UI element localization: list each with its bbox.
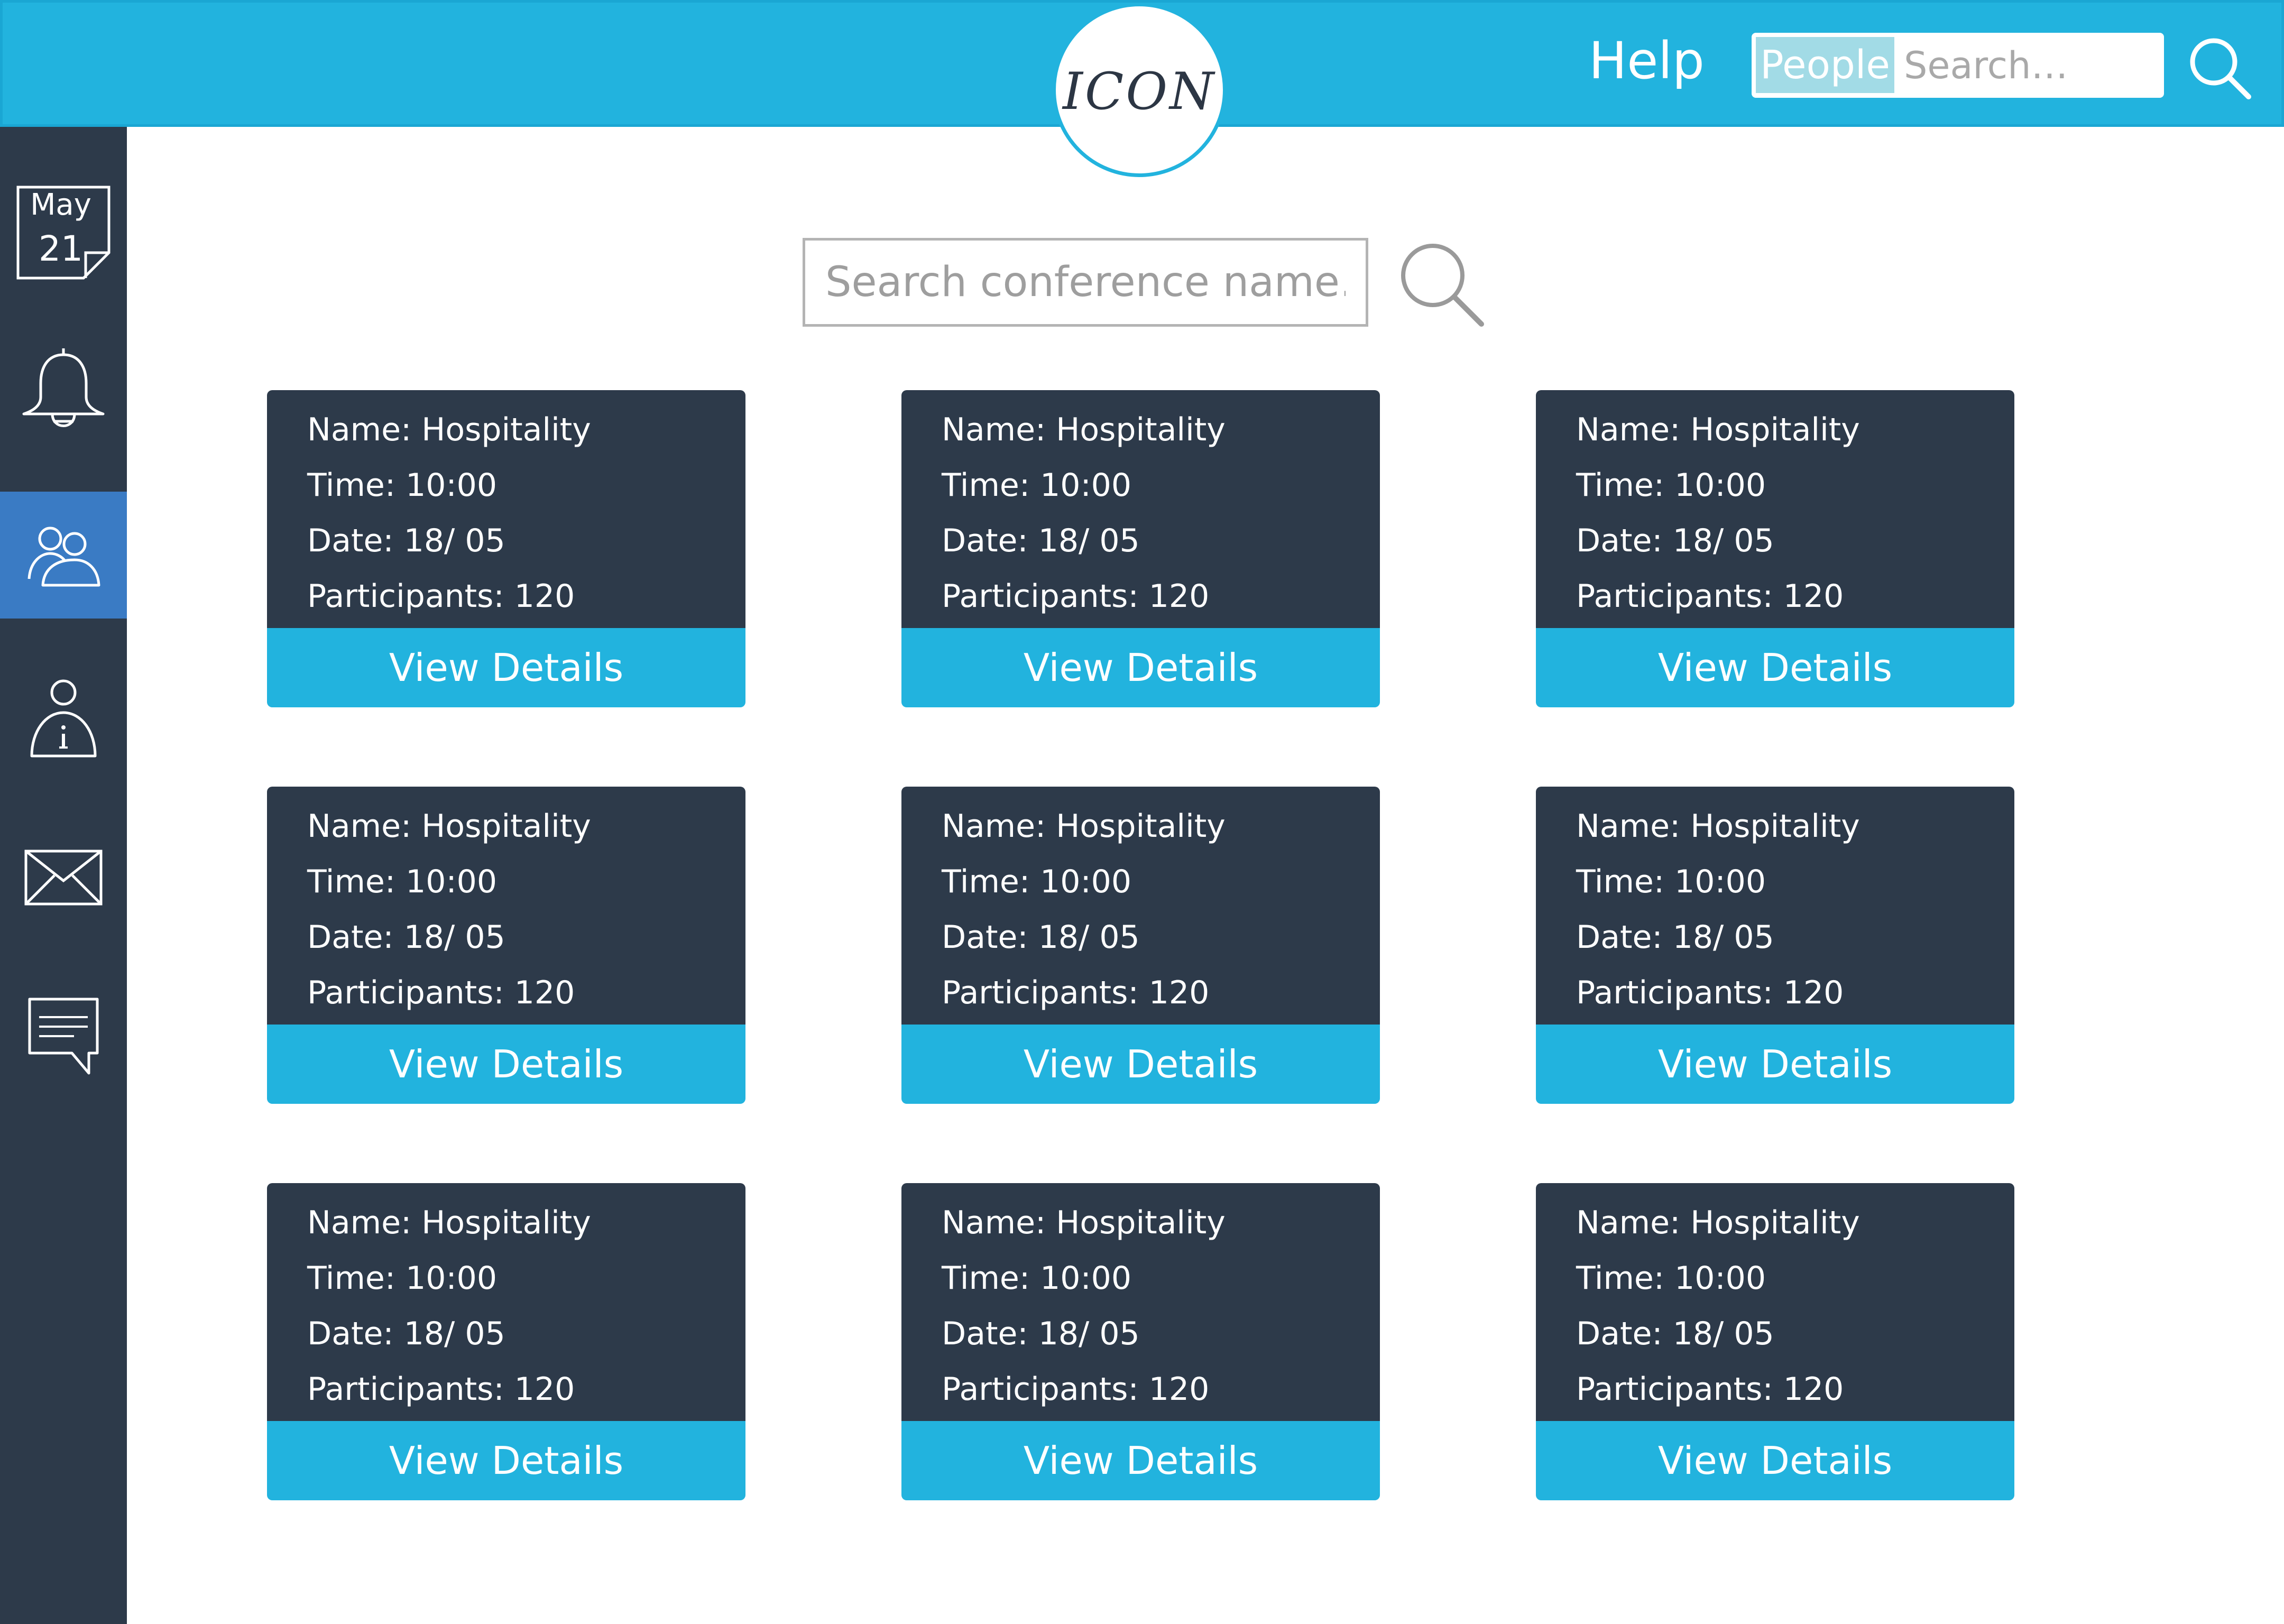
card-date: Date: 18/ 05	[307, 522, 505, 559]
conference-card: Name: Hospitality Time: 10:00 Date: 18/ …	[267, 787, 745, 1104]
calendar-icon: May 21	[16, 185, 111, 280]
card-date: Date: 18/ 05	[1576, 1315, 1774, 1352]
view-details-button[interactable]: View Details	[267, 628, 745, 707]
view-details-button[interactable]: View Details	[1536, 1025, 2014, 1104]
sidebar: May 21	[0, 127, 127, 1624]
view-details-button[interactable]: View Details	[901, 628, 1380, 707]
sidebar-item-people[interactable]	[0, 492, 127, 619]
view-details-button[interactable]: View Details	[267, 1025, 745, 1104]
conference-card: Name: Hospitality Time: 10:00 Date: 18/ …	[267, 390, 745, 707]
people-search-box: People	[1752, 33, 2164, 98]
search-icon	[1401, 244, 1484, 327]
user-info-icon	[30, 679, 97, 758]
view-details-button[interactable]: View Details	[901, 1421, 1380, 1500]
sidebar-item-calendar[interactable]: May 21	[0, 169, 127, 296]
card-participants: Participants: 120	[1576, 974, 1844, 1011]
sidebar-item-messages[interactable]	[0, 973, 127, 1100]
card-name: Name: Hospitality	[307, 411, 591, 448]
conference-search-input[interactable]	[805, 241, 1366, 324]
card-info: Name: Hospitality Time: 10:00 Date: 18/ …	[1536, 1183, 2014, 1421]
card-name: Name: Hospitality	[1576, 411, 1860, 448]
help-link[interactable]: Help	[1589, 35, 1705, 86]
view-details-button[interactable]: View Details	[1536, 628, 2014, 707]
card-info: Name: Hospitality Time: 10:00 Date: 18/ …	[1536, 390, 2014, 628]
card-time: Time: 10:00	[1576, 863, 1766, 900]
card-name: Name: Hospitality	[942, 1204, 1226, 1241]
card-date: Date: 18/ 05	[307, 1315, 505, 1352]
card-date: Date: 18/ 05	[942, 1315, 1140, 1352]
card-participants: Participants: 120	[1576, 578, 1844, 615]
calendar-day: 21	[39, 228, 83, 269]
card-date: Date: 18/ 05	[942, 919, 1140, 956]
card-time: Time: 10:00	[307, 467, 498, 504]
card-participants: Participants: 120	[307, 1371, 575, 1408]
card-time: Time: 10:00	[307, 863, 498, 900]
card-info: Name: Hospitality Time: 10:00 Date: 18/ …	[901, 787, 1380, 1025]
card-info: Name: Hospitality Time: 10:00 Date: 18/ …	[267, 1183, 745, 1421]
people-icon	[27, 527, 100, 587]
card-name: Name: Hospitality	[1576, 1204, 1860, 1241]
search-icon	[2190, 38, 2251, 99]
card-time: Time: 10:00	[942, 1260, 1132, 1297]
view-details-button[interactable]: View Details	[901, 1025, 1380, 1104]
card-date: Date: 18/ 05	[942, 522, 1140, 559]
card-info: Name: Hospitality Time: 10:00 Date: 18/ …	[901, 390, 1380, 628]
conference-search-box	[803, 238, 1368, 327]
card-info: Name: Hospitality Time: 10:00 Date: 18/ …	[1536, 787, 2014, 1025]
card-time: Time: 10:00	[307, 1260, 498, 1297]
card-time: Time: 10:00	[942, 863, 1132, 900]
card-participants: Participants: 120	[1576, 1371, 1844, 1408]
card-date: Date: 18/ 05	[307, 919, 505, 956]
top-search-input[interactable]	[1900, 38, 2162, 93]
conference-card: Name: Hospitality Time: 10:00 Date: 18/ …	[901, 1183, 1380, 1500]
card-info: Name: Hospitality Time: 10:00 Date: 18/ …	[267, 390, 745, 628]
card-name: Name: Hospitality	[307, 808, 591, 845]
view-details-button[interactable]: View Details	[1536, 1421, 2014, 1500]
sidebar-item-notifications[interactable]	[0, 328, 127, 455]
app-logo[interactable]: ICON	[1052, 3, 1227, 177]
conference-card: Name: Hospitality Time: 10:00 Date: 18/ …	[267, 1183, 745, 1500]
card-participants: Participants: 120	[307, 974, 575, 1011]
sidebar-item-mail[interactable]	[0, 814, 127, 941]
card-info: Name: Hospitality Time: 10:00 Date: 18/ …	[267, 787, 745, 1025]
card-name: Name: Hospitality	[942, 808, 1226, 845]
conference-card: Name: Hospitality Time: 10:00 Date: 18/ …	[901, 787, 1380, 1104]
card-name: Name: Hospitality	[1576, 808, 1860, 845]
card-participants: Participants: 120	[942, 1371, 1210, 1408]
card-name: Name: Hospitality	[307, 1204, 591, 1241]
card-time: Time: 10:00	[942, 467, 1132, 504]
card-time: Time: 10:00	[1576, 467, 1766, 504]
chat-icon	[28, 998, 99, 1075]
card-date: Date: 18/ 05	[1576, 919, 1774, 956]
conference-card: Name: Hospitality Time: 10:00 Date: 18/ …	[1536, 390, 2014, 707]
card-participants: Participants: 120	[942, 578, 1210, 615]
calendar-month: May	[30, 188, 91, 222]
sidebar-item-info[interactable]	[0, 656, 127, 782]
view-details-button[interactable]: View Details	[267, 1421, 745, 1500]
people-filter-chip[interactable]: People	[1756, 37, 1894, 93]
card-participants: Participants: 120	[942, 974, 1210, 1011]
card-participants: Participants: 120	[307, 578, 575, 615]
card-time: Time: 10:00	[1576, 1260, 1766, 1297]
conference-card: Name: Hospitality Time: 10:00 Date: 18/ …	[1536, 787, 2014, 1104]
card-date: Date: 18/ 05	[1576, 522, 1774, 559]
card-info: Name: Hospitality Time: 10:00 Date: 18/ …	[901, 1183, 1380, 1421]
bell-icon	[22, 348, 105, 427]
conference-card: Name: Hospitality Time: 10:00 Date: 18/ …	[1536, 1183, 2014, 1500]
top-search-button[interactable]	[2186, 34, 2255, 103]
conference-card: Name: Hospitality Time: 10:00 Date: 18/ …	[901, 390, 1380, 707]
conference-search-button[interactable]	[1396, 241, 1491, 336]
logo-text: ICON	[1062, 62, 1217, 121]
card-name: Name: Hospitality	[942, 411, 1226, 448]
mail-icon	[24, 850, 103, 906]
